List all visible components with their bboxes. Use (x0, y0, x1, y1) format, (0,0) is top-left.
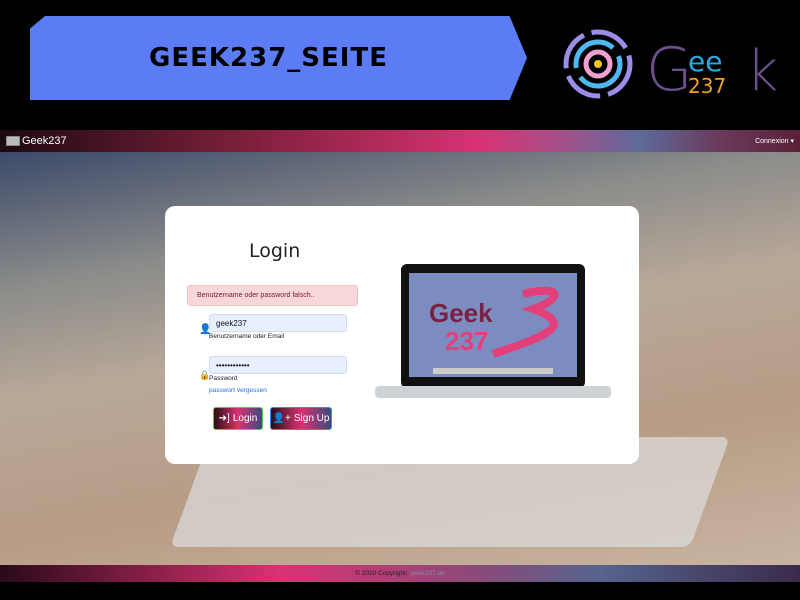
footer-link[interactable]: geek237.de (411, 570, 445, 577)
navbar-brand[interactable]: Geek237 (6, 135, 67, 147)
username-label: Benutzername oder Email (209, 333, 285, 340)
svg-text:G: G (646, 35, 693, 105)
banner-title: GEEK237_SEITE (149, 43, 388, 73)
error-alert: Benutzername oder password falsch.. (187, 285, 358, 306)
laptop-illustration: Geek 237 (375, 264, 611, 398)
login-button-label: Login (232, 413, 258, 424)
password-label: Password (209, 375, 238, 382)
user-plus-icon: 👤+ (272, 413, 291, 424)
title-banner: GEEK237_SEITE (30, 16, 527, 100)
navbar: Geek237 Connexion ▾ (0, 130, 800, 152)
signup-button-label: Sign Up (293, 413, 330, 424)
screen-text-237: 237 (445, 326, 488, 356)
connexion-dropdown[interactable]: Connexion ▾ (755, 137, 794, 145)
svg-text:237: 237 (688, 74, 726, 98)
password-input[interactable]: •••••••••••• (209, 356, 347, 374)
footer: © 2020 Copyright: geek237.de (0, 565, 800, 582)
login-button[interactable]: ➜] Login (213, 407, 263, 430)
sign-in-icon: ➜] (218, 413, 230, 424)
brand-label: Geek237 (22, 135, 67, 147)
copyright-text: © 2020 Copyright: (355, 570, 408, 577)
login-card: Login Benutzername oder password falsch.… (165, 206, 639, 464)
screen-text-geek: Geek (429, 298, 493, 328)
login-title: Login (249, 240, 301, 262)
signup-button[interactable]: 👤+ Sign Up (270, 407, 332, 430)
username-input[interactable]: geek237 (209, 314, 347, 332)
brand-image-icon (6, 136, 20, 146)
forgot-password-link[interactable]: passwort vergessen (209, 387, 267, 394)
geek237-logo: G ee 237 k (563, 29, 778, 105)
svg-text:k: k (746, 39, 778, 104)
